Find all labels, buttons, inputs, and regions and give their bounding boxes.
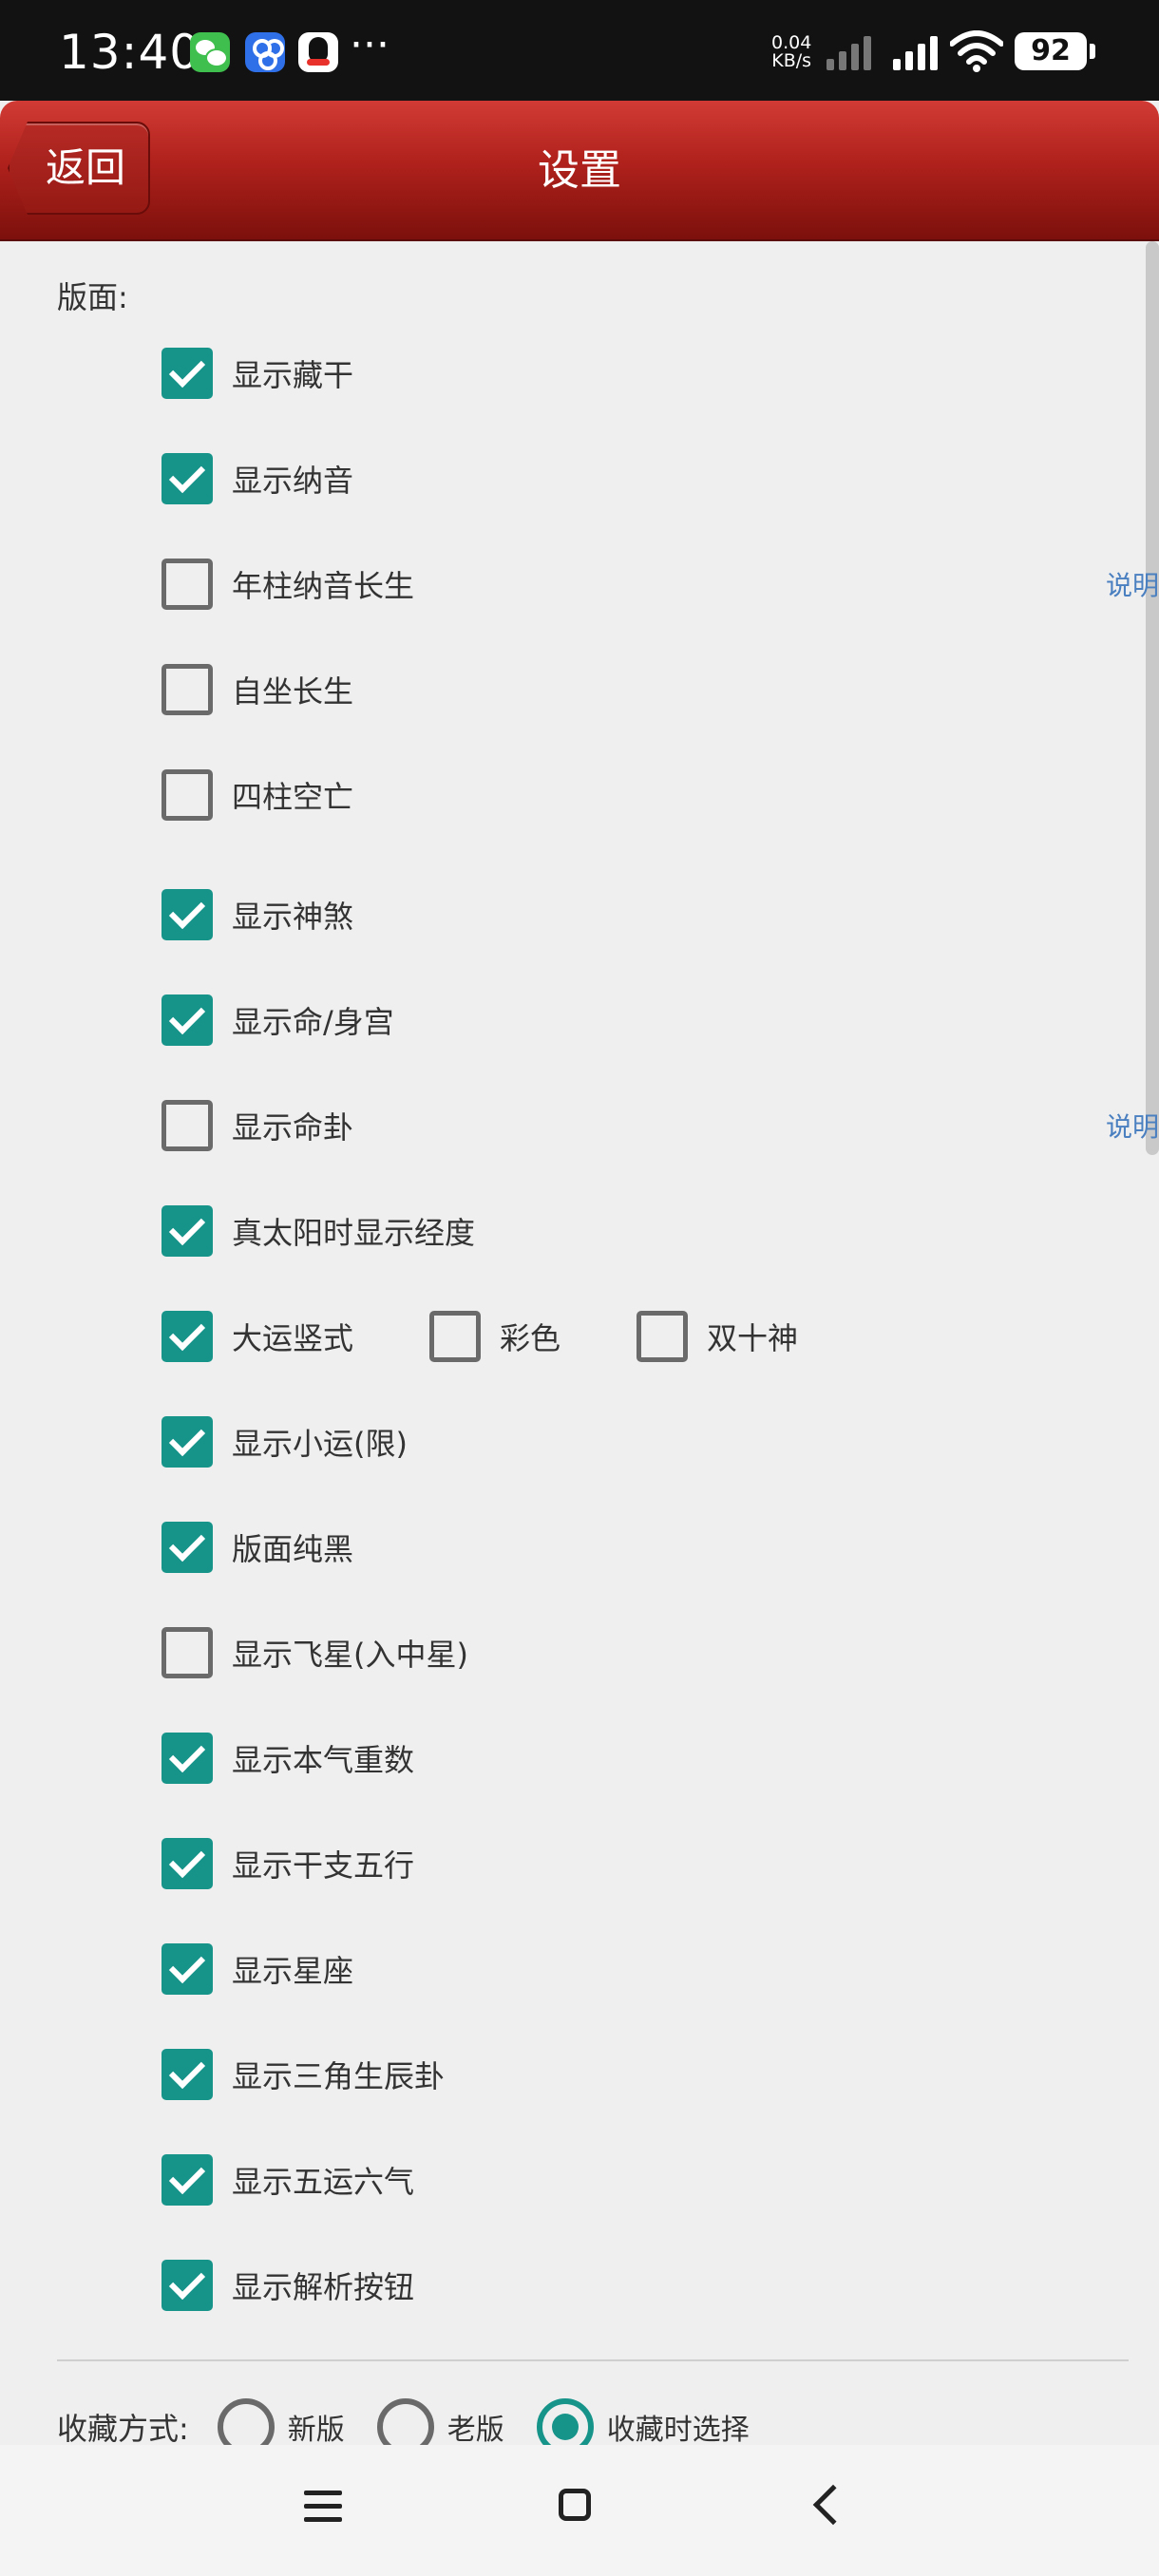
nav-home-icon[interactable] <box>559 2489 591 2521</box>
option-show-hidden-stems[interactable]: 显示藏干 <box>162 345 353 402</box>
more-notifications-icon: ··· <box>350 21 390 69</box>
option-label: 显示解析按钮 <box>232 2269 415 2305</box>
checkbox[interactable] <box>162 769 213 821</box>
back-button[interactable]: 返回 <box>8 122 150 215</box>
checkbox[interactable] <box>162 1416 213 1468</box>
radio-label: 新版 <box>287 2414 345 2445</box>
radio-label: 收藏时选择 <box>606 2414 750 2445</box>
option-show-triangle-birth-gua[interactable]: 显示三角生辰卦 <box>162 2046 445 2103</box>
checkbox[interactable] <box>429 1311 482 1362</box>
option-color[interactable]: 彩色 <box>429 1311 560 1362</box>
option-show-nayin[interactable]: 显示纳音 <box>162 450 353 507</box>
favorite-section-label: 收藏方式: <box>57 2411 189 2445</box>
checkbox[interactable] <box>162 1205 213 1257</box>
option-label: 显示干支五行 <box>232 1847 415 1884</box>
option-show-life-body-palace[interactable]: 显示命/身宫 <box>162 992 394 1049</box>
option-row-dayun: 大运竖式 彩色 双十神 <box>162 1308 798 1365</box>
option-show-flying-star[interactable]: 显示飞星(入中星) <box>162 1624 468 1681</box>
option-label: 显示三角生辰卦 <box>232 2058 446 2094</box>
checkbox[interactable] <box>162 889 213 940</box>
qq-icon <box>298 32 338 72</box>
option-pure-black[interactable]: 版面纯黑 <box>162 1519 353 1576</box>
option-label: 显示命/身宫 <box>232 1004 394 1040</box>
layout-section-label: 版面: <box>57 279 128 315</box>
option-label: 显示神煞 <box>232 899 354 935</box>
checkbox[interactable] <box>162 559 213 610</box>
wifi-icon <box>950 30 1003 72</box>
checkbox[interactable] <box>162 348 213 399</box>
option-label: 显示命卦 <box>232 1109 354 1146</box>
page-title: 设置 <box>538 146 621 195</box>
option-show-analysis-button[interactable]: 显示解析按钮 <box>162 2257 414 2314</box>
option-label: 自坐长生 <box>232 673 354 710</box>
option-show-ganzhi-wuxing[interactable]: 显示干支五行 <box>162 1835 414 1892</box>
checkbox[interactable] <box>162 1838 213 1889</box>
checkbox[interactable] <box>162 453 213 504</box>
radio-choose-on-save[interactable] <box>536 2398 594 2445</box>
option-label: 大运竖式 <box>232 1320 354 1356</box>
option-label: 显示小运(限) <box>232 1426 408 1462</box>
radio-new-version[interactable] <box>217 2398 275 2445</box>
checkbox[interactable] <box>162 664 213 715</box>
explanation-link[interactable]: 说明 <box>1106 565 1159 603</box>
checkbox[interactable] <box>162 1733 213 1784</box>
checkbox[interactable] <box>162 2049 213 2100</box>
radio-old-version[interactable] <box>376 2398 434 2445</box>
option-show-life-gua[interactable]: 显示命卦 说明 <box>162 1097 1159 1154</box>
option-label: 显示纳音 <box>232 463 354 499</box>
checkbox[interactable] <box>162 1100 213 1151</box>
nav-menu-icon[interactable] <box>304 2491 342 2523</box>
nav-back-icon[interactable] <box>812 2484 854 2526</box>
checkbox[interactable] <box>162 1311 213 1362</box>
option-show-main-qi-count[interactable]: 显示本气重数 <box>162 1730 414 1787</box>
option-label: 显示藏干 <box>232 357 354 393</box>
option-show-shensha[interactable]: 显示神煞 <box>162 886 353 943</box>
favorite-mode-row: 收藏方式: 新版 老版 收藏时选择 <box>57 2394 782 2445</box>
explanation-link[interactable]: 说明 <box>1106 1107 1159 1145</box>
option-label: 四柱空亡 <box>232 779 354 815</box>
option-label: 版面纯黑 <box>232 1531 354 1567</box>
checkbox[interactable] <box>162 2260 213 2311</box>
section-divider <box>57 2359 1129 2361</box>
option-four-pillars-void[interactable]: 四柱空亡 <box>162 767 353 824</box>
option-label: 彩色 <box>500 1320 561 1356</box>
baidu-netdisk-icon <box>245 32 285 72</box>
option-label: 显示本气重数 <box>232 1742 415 1778</box>
battery-icon: 92 <box>1015 32 1095 70</box>
signal-icon <box>826 36 871 70</box>
checkbox[interactable] <box>636 1311 689 1362</box>
checkbox[interactable] <box>162 1627 213 1678</box>
option-label: 真太阳时显示经度 <box>232 1215 476 1251</box>
title-bar: 设置 返回 <box>0 101 1159 241</box>
option-label: 双十神 <box>707 1320 799 1356</box>
checkbox[interactable] <box>162 994 213 1046</box>
network-speed-unit: KB/s <box>771 50 812 71</box>
option-label: 显示五运六气 <box>232 2164 415 2200</box>
signal-icon <box>893 36 938 70</box>
option-show-five-movements[interactable]: 显示五运六气 <box>162 2151 414 2208</box>
settings-content[interactable]: 版面: 显示藏干 显示纳音 年柱纳音长生 说明 自坐长生 四柱空亡 显示神煞 显… <box>0 241 1159 2445</box>
radio-label: 老版 <box>446 2414 504 2445</box>
option-true-solar-time-longitude[interactable]: 真太阳时显示经度 <box>162 1203 475 1260</box>
wechat-icon <box>190 32 230 72</box>
option-self-seat-growth[interactable]: 自坐长生 <box>162 661 353 718</box>
checkbox[interactable] <box>162 2154 213 2206</box>
scrollbar[interactable] <box>1146 241 1159 1155</box>
system-nav-bar <box>0 2445 1159 2576</box>
checkbox[interactable] <box>162 1943 213 1995</box>
option-show-constellation[interactable]: 显示星座 <box>162 1941 353 1998</box>
option-double-ten-gods[interactable]: 双十神 <box>636 1311 798 1362</box>
option-label: 显示飞星(入中星) <box>232 1637 468 1673</box>
option-label: 年柱纳音长生 <box>232 568 415 604</box>
status-bar: 13:40 ··· 0.04 KB/s 92 <box>0 0 1159 101</box>
network-speed: 0.04 KB/s <box>771 34 811 70</box>
checkbox[interactable] <box>162 1522 213 1573</box>
option-year-pillar-nayin-growth[interactable]: 年柱纳音长生 说明 <box>162 556 1159 613</box>
option-show-minor-luck[interactable]: 显示小运(限) <box>162 1413 408 1470</box>
option-label: 显示星座 <box>232 1953 354 1989</box>
status-time: 13:40 <box>59 25 201 80</box>
